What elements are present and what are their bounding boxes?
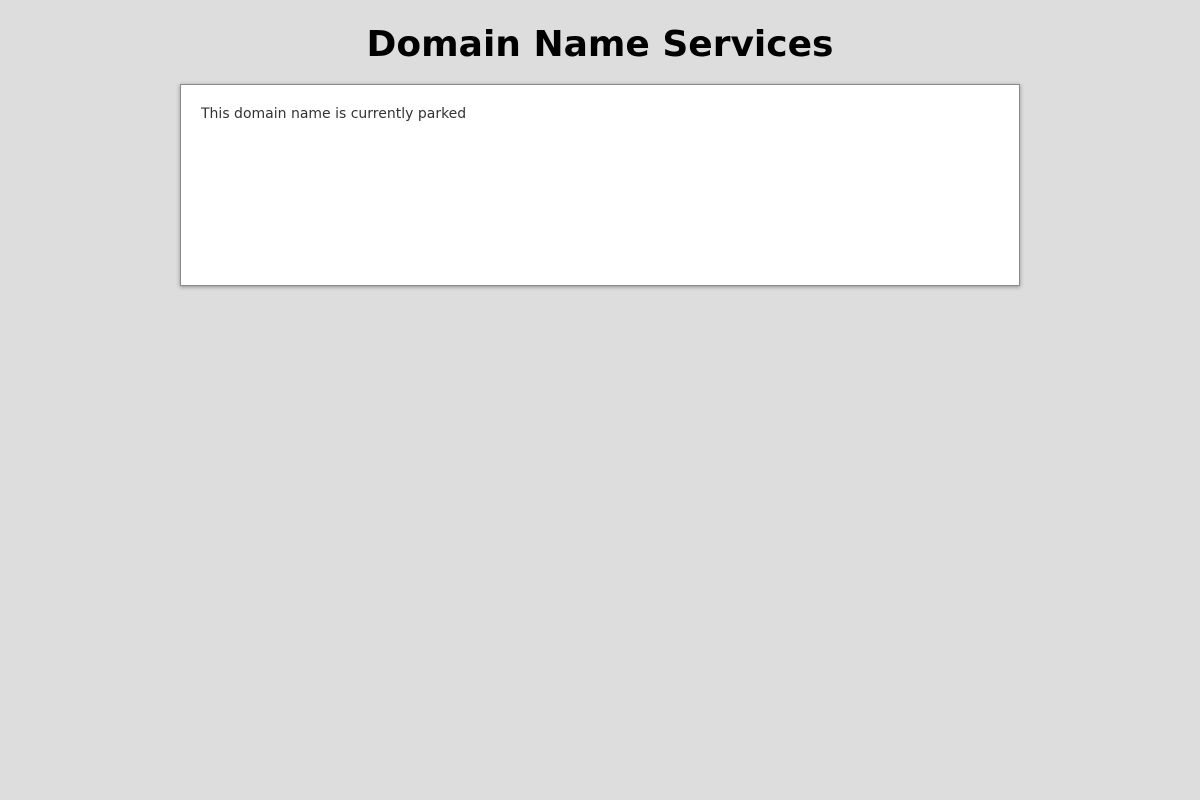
content-box: This domain name is currently parked [180, 84, 1020, 286]
parked-message: This domain name is currently parked [201, 106, 467, 122]
page-title: Domain Name Services [366, 24, 834, 65]
